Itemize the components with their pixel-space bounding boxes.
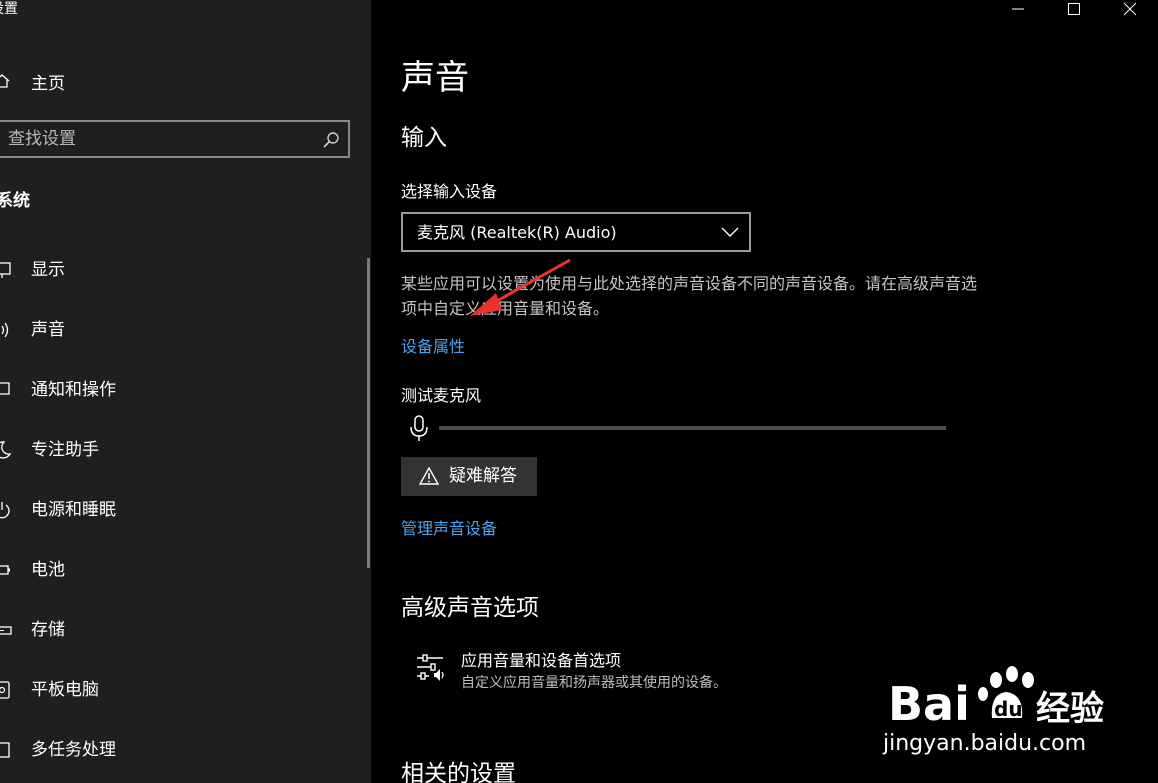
speaker-icon — [1, 322, 9, 338]
maximize-icon — [1068, 3, 1080, 15]
minimize-icon — [1012, 8, 1024, 10]
input-device-label: 选择输入设备 — [401, 182, 498, 201]
watermark-brand-suffix: du — [994, 697, 1023, 721]
tablet-icon — [0, 681, 10, 699]
device-properties-link[interactable]: 设备属性 — [401, 336, 465, 358]
close-button[interactable] — [1102, 0, 1158, 20]
page-title: 声音 — [401, 58, 469, 98]
chevron-down-icon — [721, 227, 739, 237]
sidebar-item-battery[interactable]: 电池 — [0, 540, 371, 600]
window-title: 设置 — [0, 1, 18, 17]
settings-window: 设置 主页 系统 显示 — [0, 0, 1158, 783]
selected-device: 麦克风 (Realtek(R) Audio) — [417, 223, 617, 242]
multitask-icon — [0, 742, 10, 758]
sidebar-item-label: 平板电脑 — [31, 680, 99, 700]
minimize-button[interactable] — [990, 0, 1046, 20]
watermark-brand: Bai — [888, 677, 970, 731]
sliders-speaker-icon — [417, 654, 444, 681]
notification-icon — [0, 382, 10, 395]
sidebar-scrollbar[interactable] — [367, 258, 370, 568]
search-icon[interactable] — [322, 131, 340, 149]
maximize-button[interactable] — [1046, 0, 1102, 20]
sidebar-item-label: 电源和睡眠 — [31, 500, 116, 520]
watermark-service: 经验 — [1036, 689, 1104, 729]
annotation-arrow-icon — [470, 258, 571, 316]
power-icon — [0, 502, 10, 519]
search-box[interactable] — [0, 120, 350, 158]
app-volume-preferences[interactable]: 应用音量和设备首选项 自定义应用音量和扬声器或其使用的设备。 — [411, 648, 831, 696]
mic-level-bar — [439, 426, 946, 430]
troubleshoot-button[interactable]: 疑难解答 — [401, 457, 537, 496]
close-icon — [1123, 2, 1137, 16]
window-controls — [990, 0, 1158, 20]
sidebar-item-focus-assist[interactable]: 专注助手 — [0, 420, 371, 480]
sidebar-item-label: 主页 — [31, 73, 65, 94]
sidebar: 设置 主页 系统 显示 — [0, 0, 371, 783]
sidebar-item-label: 存储 — [31, 620, 65, 640]
sidebar-item-multitasking[interactable]: 多任务处理 — [0, 720, 371, 780]
watermark-url: jingyan.baidu.com — [883, 731, 1087, 756]
warning-icon — [419, 467, 439, 485]
sidebar-item-home[interactable]: 主页 — [0, 62, 371, 100]
sidebar-item-tablet[interactable]: 平板电脑 — [0, 660, 371, 720]
sidebar-item-label: 声音 — [31, 320, 65, 340]
microphone-icon — [410, 415, 428, 441]
app-volume-description: 自定义应用音量和扬声器或其使用的设备。 — [461, 675, 727, 691]
display-icon — [0, 262, 11, 278]
app-volume-title: 应用音量和设备首选项 — [461, 651, 622, 670]
sidebar-item-label: 电池 — [31, 560, 65, 580]
sidebar-item-notifications[interactable]: 通知和操作 — [0, 360, 371, 420]
test-mic-label: 测试麦克风 — [401, 386, 482, 405]
sidebar-item-storage[interactable]: 存储 — [0, 600, 371, 660]
troubleshoot-label: 疑难解答 — [449, 466, 517, 485]
home-icon — [0, 74, 10, 88]
advanced-section-heading: 高级声音选项 — [401, 595, 539, 621]
sidebar-section-heading: 系统 — [0, 191, 30, 211]
sidebar-item-label: 多任务处理 — [31, 740, 116, 760]
manage-sound-devices-link[interactable]: 管理声音设备 — [401, 518, 497, 540]
search-input[interactable] — [6, 122, 316, 156]
storage-icon — [0, 626, 12, 635]
sidebar-item-label: 专注助手 — [31, 440, 99, 460]
sidebar-item-label: 显示 — [31, 260, 65, 280]
battery-icon — [0, 565, 10, 575]
related-settings-heading: 相关的设置 — [401, 761, 516, 783]
sidebar-item-label: 通知和操作 — [31, 380, 116, 400]
sidebar-item-sound[interactable]: 声音 — [0, 300, 371, 360]
input-device-dropdown[interactable]: 麦克风 (Realtek(R) Audio) — [401, 212, 751, 252]
sidebar-item-power-sleep[interactable]: 电源和睡眠 — [0, 480, 371, 540]
moon-icon — [0, 441, 12, 459]
sidebar-item-display[interactable]: 显示 — [0, 240, 371, 300]
input-section-heading: 输入 — [401, 125, 447, 151]
